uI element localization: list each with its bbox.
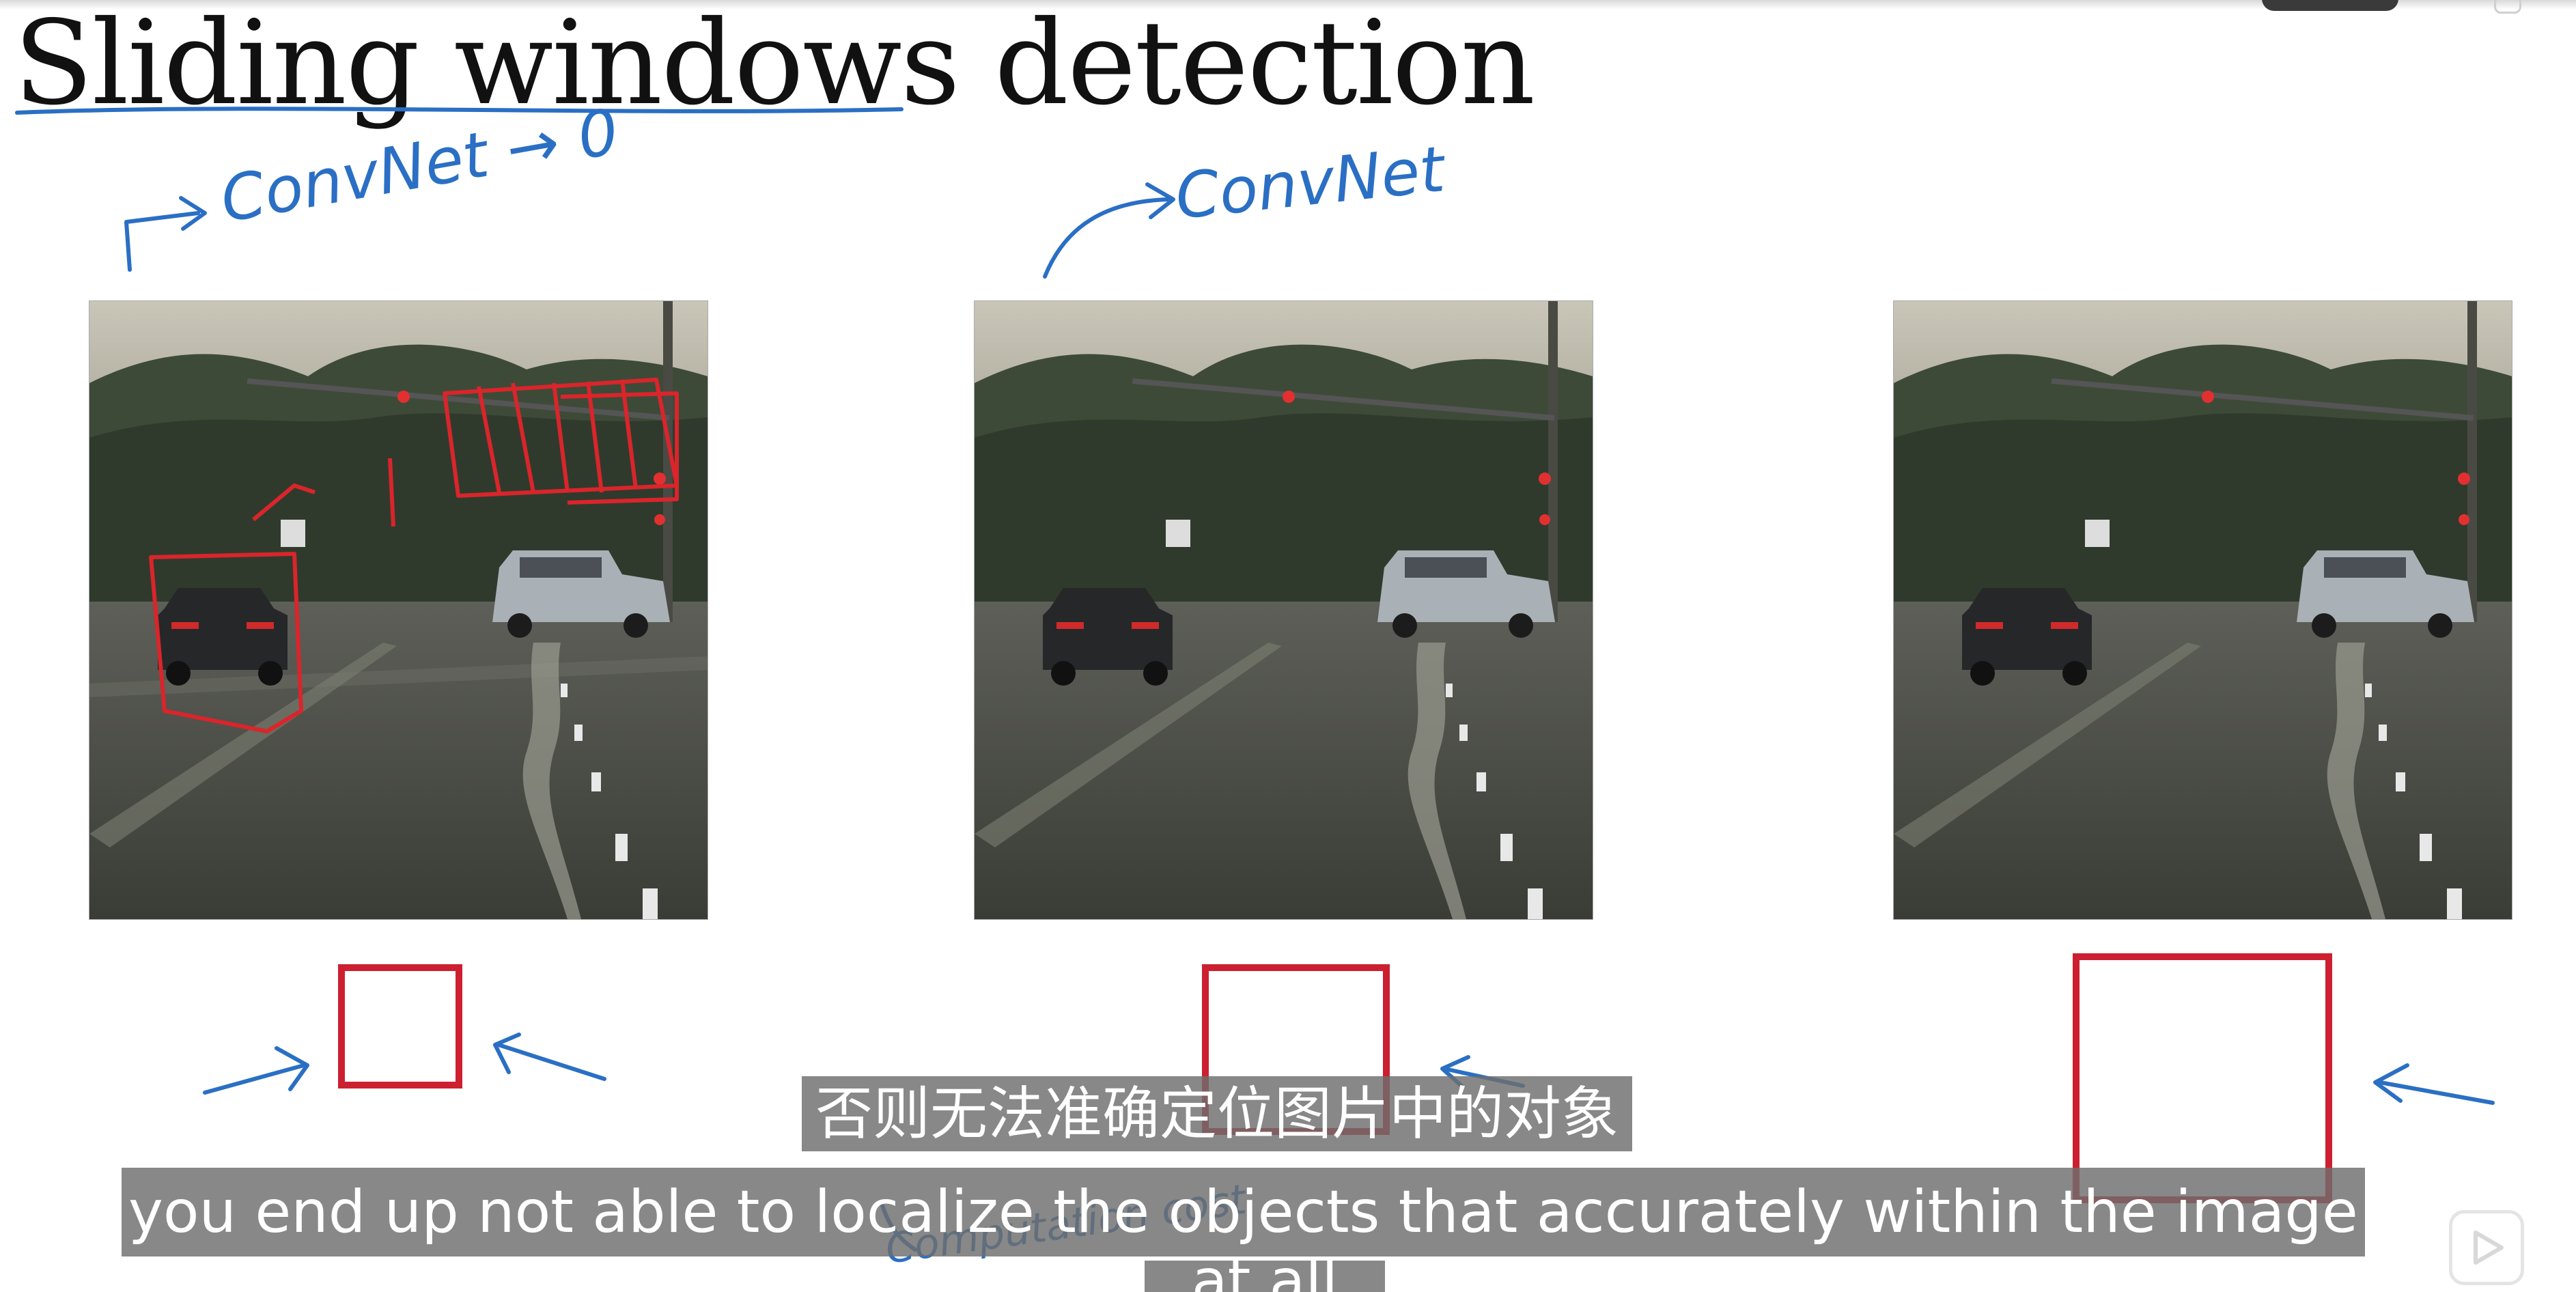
arrow-left-small — [203, 1063, 306, 1095]
subtitle-english: you end up not able to localize the obje… — [122, 1168, 2365, 1256]
road-scene-3 — [1893, 300, 2512, 920]
arrow-right-small — [496, 1043, 606, 1081]
play-icon — [2474, 1231, 2504, 1265]
slide-title: Sliding windows detection — [14, 0, 1535, 131]
arrow-right-large — [2378, 1080, 2495, 1105]
window-size-large — [2073, 953, 2332, 1203]
annotation-2: ConvNet — [1172, 132, 1450, 234]
subtitle-chinese: 否则无法准确定位图片中的对象 — [802, 1076, 1633, 1151]
annotation-2-arrow — [1043, 197, 1170, 279]
road-scene-1 — [89, 300, 708, 920]
uploader-avatar[interactable] — [2262, 0, 2398, 11]
play-button[interactable] — [2449, 1210, 2524, 1285]
annotation-1-arrow — [124, 211, 200, 272]
road-scene-2 — [974, 300, 1593, 920]
menu-icon[interactable] — [2494, 0, 2521, 14]
sliding-window-marks — [149, 378, 679, 733]
subtitle-english-next: at all — [1145, 1261, 1385, 1292]
window-size-small — [338, 964, 462, 1089]
